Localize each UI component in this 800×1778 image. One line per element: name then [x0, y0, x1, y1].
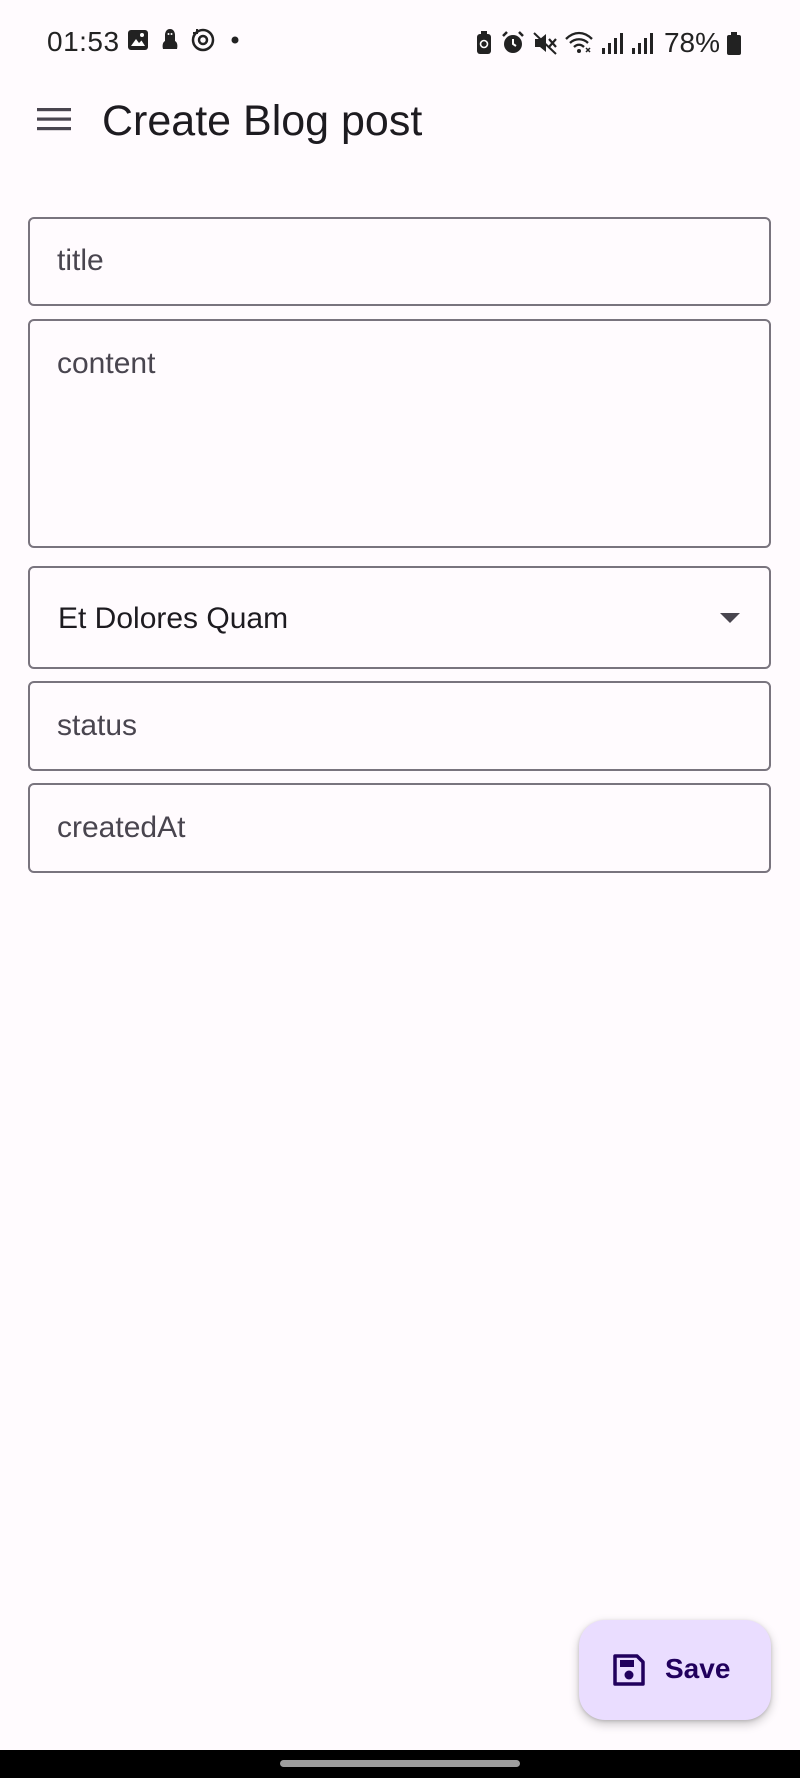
menu-button[interactable]	[28, 95, 80, 147]
alarm-icon	[500, 30, 526, 56]
blog-select-value: Et Dolores Quam	[58, 602, 289, 635]
app-bar: Create Blog post	[0, 86, 800, 236]
status-time: 01:53	[47, 26, 120, 57]
android-icon	[158, 27, 182, 53]
signal-icon	[600, 30, 624, 56]
image-icon	[126, 28, 150, 52]
page-title: Create Blog post	[102, 97, 423, 145]
save-label: Save	[665, 1653, 731, 1684]
created-at-placeholder: createdAt	[57, 811, 186, 844]
status-right-icons: 78%	[474, 27, 742, 59]
battery-saver-icon	[474, 30, 494, 56]
navigation-bar	[0, 1750, 800, 1778]
status-left-icons	[126, 27, 246, 53]
dot-icon	[224, 28, 246, 52]
blog-select[interactable]: Et Dolores Quam	[28, 566, 771, 669]
title-placeholder: title	[57, 244, 104, 277]
save-button[interactable]: Save	[579, 1620, 771, 1720]
status-bar: 01:53 78%	[0, 0, 800, 86]
battery-percent: 78%	[663, 27, 720, 58]
save-icon	[611, 1652, 647, 1693]
battery-icon	[726, 30, 742, 56]
created-at-field[interactable]: createdAt	[28, 783, 771, 873]
content-field[interactable]: content	[28, 319, 771, 548]
status-field[interactable]: status	[28, 681, 771, 771]
sync-icon	[190, 27, 216, 53]
signal-icon-2	[630, 30, 654, 56]
mute-icon	[532, 30, 558, 56]
home-indicator[interactable]	[280, 1760, 520, 1767]
dropdown-arrow-icon	[719, 611, 741, 629]
wifi-icon	[564, 30, 594, 56]
status-placeholder: status	[57, 709, 138, 742]
hamburger-menu-icon	[36, 105, 72, 138]
title-field[interactable]: title	[28, 217, 771, 306]
content-placeholder: content	[57, 347, 156, 380]
screen: 01:53 78% Create Blog post title content…	[0, 0, 800, 1778]
